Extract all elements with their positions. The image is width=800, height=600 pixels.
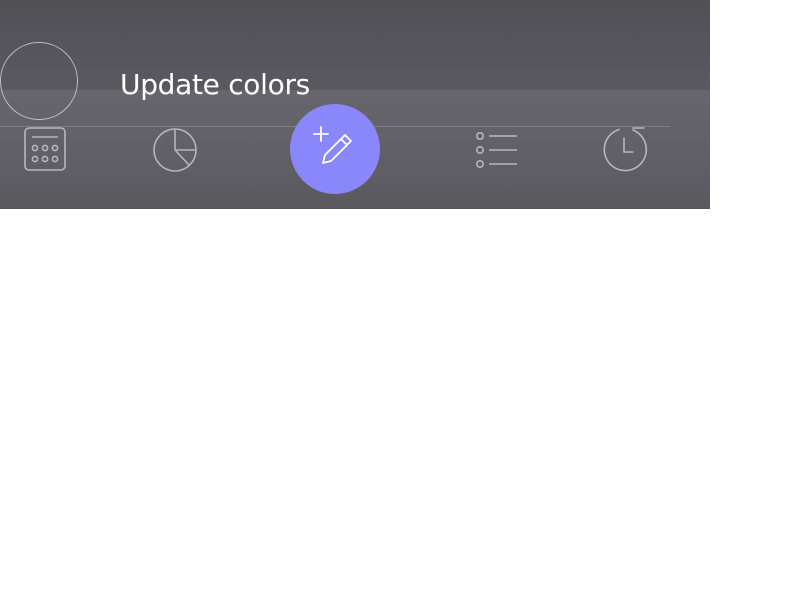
list-icon <box>473 127 519 173</box>
tooltip-label: Update colors <box>120 68 310 101</box>
overlay-band <box>0 0 710 90</box>
spotlight-ring <box>0 42 78 120</box>
tab-bar-panel: Update colors <box>0 0 710 209</box>
history-tab[interactable] <box>600 126 648 174</box>
calculator-icon <box>22 127 68 173</box>
calculator-tab[interactable] <box>21 126 69 174</box>
history-icon <box>599 125 649 175</box>
pie-chart-icon <box>151 126 199 174</box>
add-edit-icon <box>313 125 357 174</box>
add-entry-button[interactable] <box>290 104 380 194</box>
statistics-tab[interactable] <box>151 126 199 174</box>
list-tab[interactable] <box>472 126 520 174</box>
